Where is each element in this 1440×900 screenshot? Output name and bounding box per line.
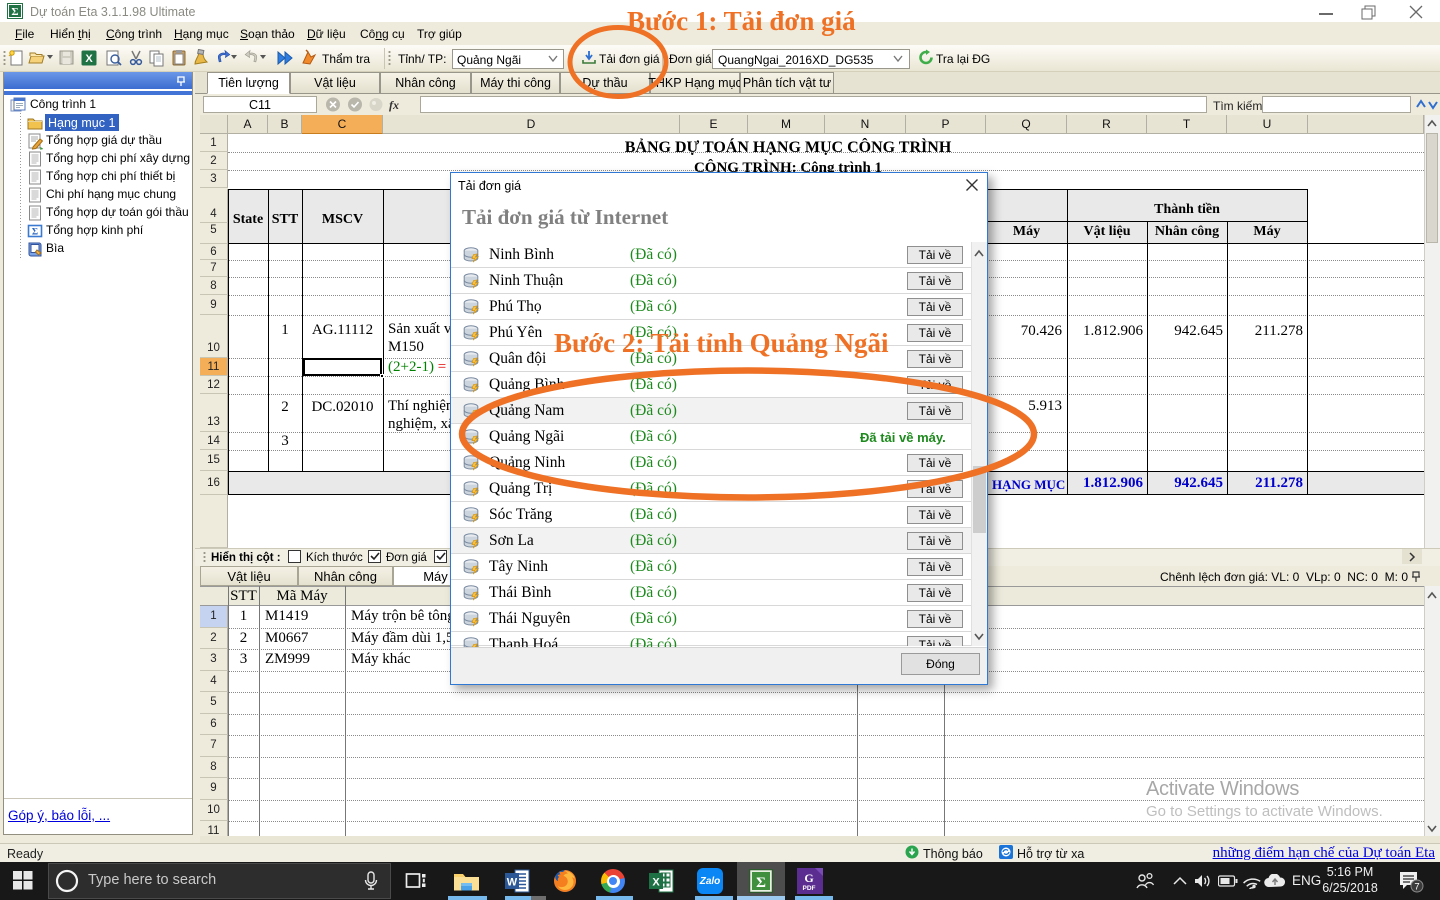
svg-text:X: X xyxy=(85,53,93,65)
svg-text:Σ: Σ xyxy=(32,228,38,238)
svg-text:7: 7 xyxy=(1414,882,1419,893)
svg-text:W: W xyxy=(507,877,518,889)
svg-text:fx: fx xyxy=(389,98,399,112)
svg-text:PDF: PDF xyxy=(803,885,816,892)
svg-text:Σ: Σ xyxy=(11,6,18,18)
svg-text:X: X xyxy=(652,877,660,889)
svg-text:G: G xyxy=(804,871,813,885)
svg-text:Σ: Σ xyxy=(756,875,766,891)
